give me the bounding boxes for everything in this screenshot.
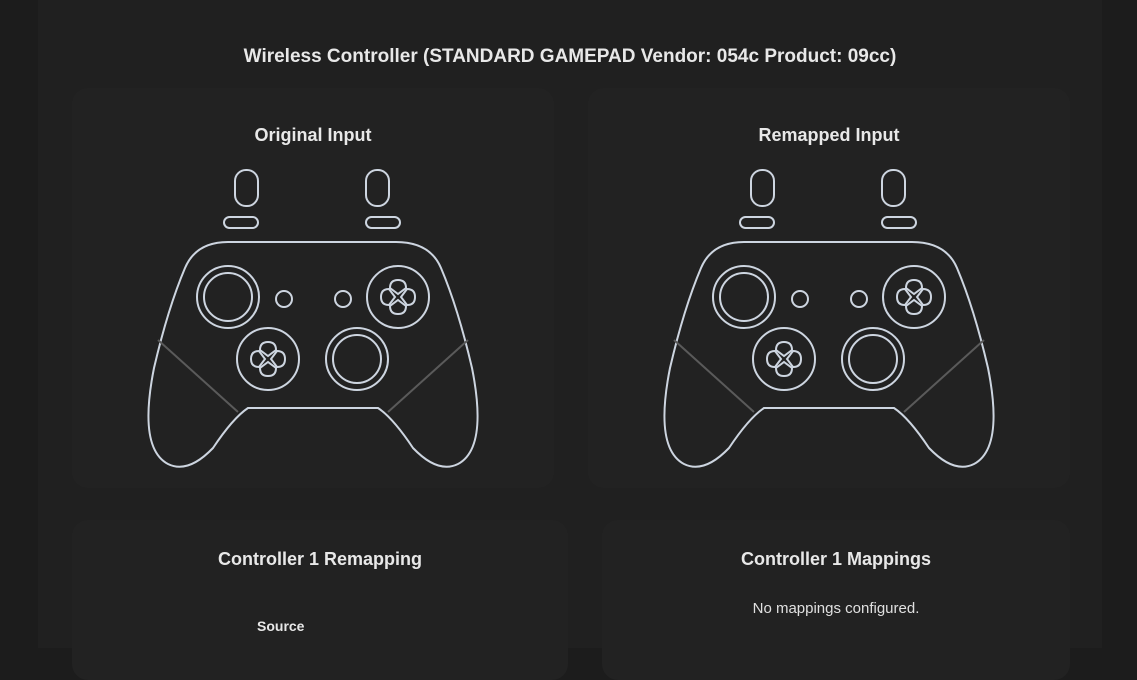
start-button [334, 290, 352, 308]
left-stick [719, 272, 769, 322]
face-buttons-ring [366, 265, 430, 329]
controller-body [147, 241, 479, 468]
left-stick-ring [196, 265, 260, 329]
device-title: Wireless Controller (STANDARD GAMEPAD Ve… [243, 46, 897, 67]
grip-lines [673, 339, 985, 413]
no-mappings-message: No mappings configured. [752, 600, 920, 617]
controller-body [663, 241, 995, 468]
right-stick-ring [325, 327, 389, 391]
select-button [275, 290, 293, 308]
left-stick [203, 272, 253, 322]
dpad-icon [765, 340, 803, 378]
right-stick-ring [841, 327, 905, 391]
gamepad-icon [663, 169, 995, 468]
face-buttons-icon [895, 278, 933, 316]
face-buttons-ring [882, 265, 946, 329]
source-column-header: Source [257, 618, 305, 634]
grip-lines [157, 339, 469, 413]
right-bumper [881, 216, 917, 229]
dpad-icon [249, 340, 287, 378]
original-gamepad-graphic [138, 168, 488, 472]
select-button [791, 290, 809, 308]
mappings-title: Controller 1 Mappings [740, 549, 931, 569]
original-input-title: Original Input [254, 125, 372, 145]
mappings-panel: Controller 1 Mappings No mappings config… [602, 520, 1070, 680]
right-stick [848, 334, 898, 384]
gamepad-icon [147, 169, 479, 468]
left-stick-ring [712, 265, 776, 329]
remapping-panel: Controller 1 Remapping Source [72, 520, 568, 680]
dpad-ring [236, 327, 300, 391]
page-container: Wireless Controller (STANDARD GAMEPAD Ve… [38, 0, 1102, 680]
left-trigger [750, 169, 775, 207]
original-input-panel: Original Input [72, 88, 554, 488]
left-bumper [223, 216, 259, 229]
start-button [850, 290, 868, 308]
dpad-ring [752, 327, 816, 391]
remapped-input-title: Remapped Input [758, 125, 900, 145]
remapped-input-panel: Remapped Input [588, 88, 1070, 488]
right-bumper [365, 216, 401, 229]
remapping-title: Controller 1 Remapping [217, 549, 423, 569]
left-trigger [234, 169, 259, 207]
remapped-gamepad-graphic [654, 168, 1004, 472]
right-stick [332, 334, 382, 384]
face-buttons-icon [379, 278, 417, 316]
right-trigger [881, 169, 906, 207]
left-bumper [739, 216, 775, 229]
right-trigger [365, 169, 390, 207]
